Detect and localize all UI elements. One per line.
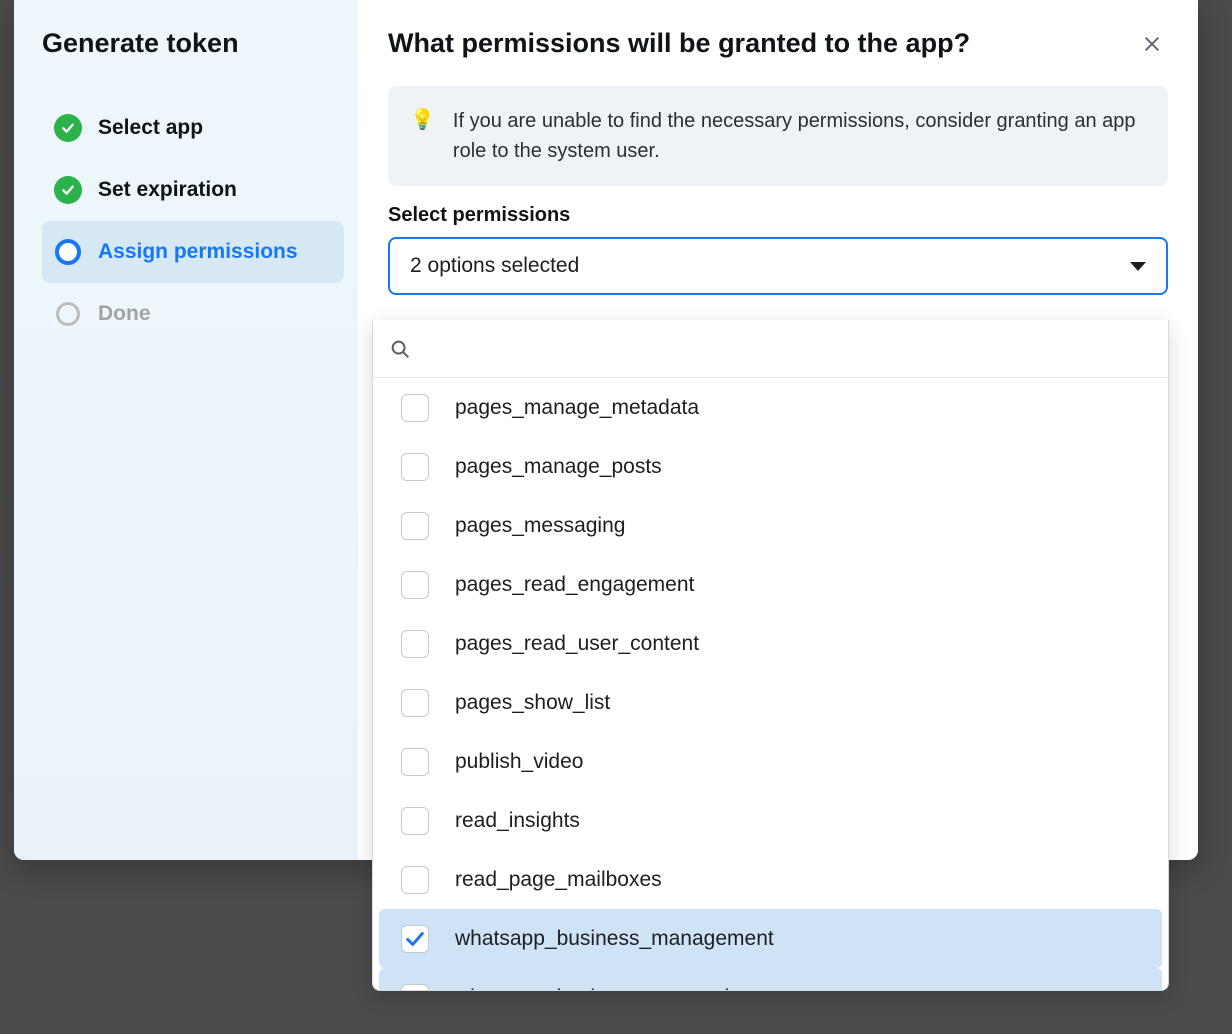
option-label: pages_show_list bbox=[455, 691, 610, 715]
wizard-steps: Select app Set expiration Assign permiss… bbox=[42, 97, 344, 345]
sidebar-title: Generate token bbox=[42, 28, 344, 59]
option-read_page_mailboxes[interactable]: read_page_mailboxes bbox=[379, 850, 1162, 909]
option-whatsapp_business_management[interactable]: whatsapp_business_management bbox=[379, 909, 1162, 968]
close-icon bbox=[1142, 34, 1162, 54]
option-read_insights[interactable]: read_insights bbox=[379, 791, 1162, 850]
option-label: pages_messaging bbox=[455, 514, 625, 538]
option-whatsapp_business_messaging[interactable]: whatsapp_business_messaging bbox=[379, 968, 1162, 990]
permissions-dropdown: pages_manage_metadata pages_manage_postsp… bbox=[372, 320, 1169, 991]
checkbox[interactable] bbox=[401, 925, 429, 953]
option-label: pages_read_user_content bbox=[455, 632, 699, 656]
checkbox[interactable] bbox=[401, 394, 429, 422]
option-label: read_insights bbox=[455, 809, 580, 833]
check-circle-icon bbox=[54, 176, 82, 204]
step-assign-permissions[interactable]: Assign permissions bbox=[42, 221, 344, 283]
check-icon bbox=[404, 928, 426, 950]
option-pages_read_engagement[interactable]: pages_read_engagement bbox=[379, 555, 1162, 614]
step-label: Done bbox=[98, 302, 151, 326]
step-select-app[interactable]: Select app bbox=[42, 97, 344, 159]
checkbox[interactable] bbox=[401, 689, 429, 717]
checkbox[interactable] bbox=[401, 807, 429, 835]
permissions-select[interactable]: 2 options selected bbox=[388, 237, 1168, 295]
lightbulb-icon: 💡 bbox=[410, 106, 435, 134]
step-set-expiration[interactable]: Set expiration bbox=[42, 159, 344, 221]
step-label: Assign permissions bbox=[98, 240, 298, 264]
chevron-down-icon bbox=[1130, 262, 1146, 271]
step-label: Select app bbox=[98, 116, 203, 140]
option-label: whatsapp_business_messaging bbox=[455, 986, 753, 991]
checkbox[interactable] bbox=[401, 512, 429, 540]
wizard-sidebar: Generate token Select app Set expiration… bbox=[14, 0, 358, 860]
close-button[interactable] bbox=[1136, 28, 1168, 60]
checkbox[interactable] bbox=[401, 453, 429, 481]
option-label: read_page_mailboxes bbox=[455, 868, 662, 892]
option-pages_messaging[interactable]: pages_messaging bbox=[379, 496, 1162, 555]
option-pages_manage_posts[interactable]: pages_manage_posts bbox=[379, 437, 1162, 496]
main-header: What permissions will be granted to the … bbox=[388, 28, 1168, 60]
option-pages_show_list[interactable]: pages_show_list bbox=[379, 673, 1162, 732]
option-label: publish_video bbox=[455, 750, 583, 774]
option-pages_manage_metadata[interactable]: pages_manage_metadata bbox=[379, 378, 1162, 437]
select-summary: 2 options selected bbox=[410, 254, 579, 278]
checkbox[interactable] bbox=[401, 571, 429, 599]
dropdown-search-row bbox=[373, 320, 1168, 378]
check-circle-icon bbox=[54, 114, 82, 142]
section-label: Select permissions bbox=[388, 204, 1168, 227]
checkbox[interactable] bbox=[401, 866, 429, 894]
option-label: pages_manage_metadata bbox=[455, 396, 699, 420]
step-done: Done bbox=[42, 283, 344, 345]
page-title: What permissions will be granted to the … bbox=[388, 28, 970, 59]
option-publish_video[interactable]: publish_video bbox=[379, 732, 1162, 791]
search-icon bbox=[389, 338, 411, 360]
hint-text: If you are unable to find the necessary … bbox=[453, 106, 1146, 166]
option-label: pages_manage_posts bbox=[455, 455, 662, 479]
option-label: whatsapp_business_management bbox=[455, 927, 774, 951]
checkbox[interactable] bbox=[401, 748, 429, 776]
step-label: Set expiration bbox=[98, 178, 237, 202]
search-input[interactable] bbox=[421, 337, 1152, 360]
check-icon bbox=[404, 987, 426, 991]
hint-banner: 💡 If you are unable to find the necessar… bbox=[388, 86, 1168, 186]
pending-step-icon bbox=[54, 300, 82, 328]
option-pages_read_user_content[interactable]: pages_read_user_content bbox=[379, 614, 1162, 673]
options-list[interactable]: pages_manage_metadata pages_manage_postsp… bbox=[373, 378, 1168, 990]
checkbox[interactable] bbox=[401, 630, 429, 658]
checkbox[interactable] bbox=[401, 984, 429, 991]
current-step-icon bbox=[54, 238, 82, 266]
option-label: pages_read_engagement bbox=[455, 573, 694, 597]
